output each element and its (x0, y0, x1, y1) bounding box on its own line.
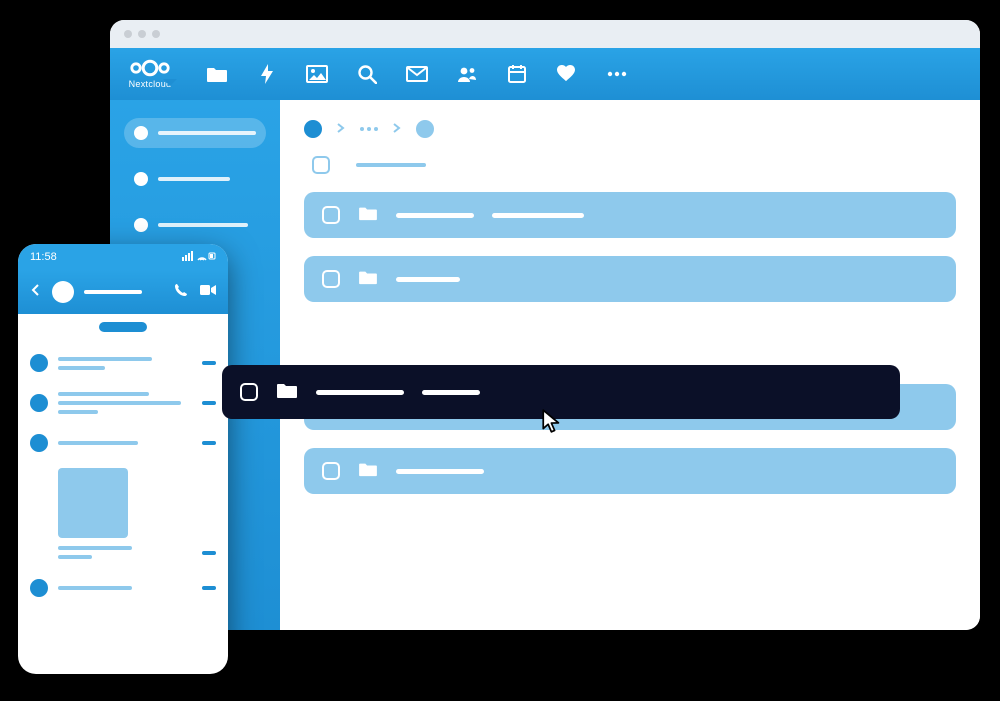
list-item[interactable] (30, 569, 216, 607)
item-action-icon[interactable] (202, 361, 216, 365)
mobile-indicators (182, 251, 216, 264)
list-dot-icon (30, 434, 48, 452)
traffic-light-max[interactable] (152, 30, 160, 38)
line-placeholder (58, 357, 152, 361)
mail-icon[interactable] (406, 63, 428, 85)
file-row[interactable] (304, 192, 956, 238)
phone-icon[interactable] (174, 283, 188, 302)
mobile-thumbnail[interactable] (58, 468, 128, 538)
row-checkbox[interactable] (322, 270, 340, 288)
window-titlebar (110, 20, 980, 48)
header-col-placeholder (356, 163, 426, 167)
list-item[interactable] (30, 544, 216, 569)
file-name-placeholder (316, 390, 404, 395)
sidebar-item[interactable] (124, 164, 266, 194)
sidebar-dot-icon (134, 218, 148, 232)
mobile-chip[interactable] (99, 322, 147, 332)
row-checkbox[interactable] (322, 206, 340, 224)
sidebar-label-placeholder (158, 177, 230, 181)
folder-icon (358, 269, 378, 290)
file-row[interactable] (304, 448, 956, 494)
mobile-time: 11:58 (30, 251, 57, 263)
select-all-checkbox[interactable] (312, 156, 330, 174)
line-placeholder (58, 366, 105, 370)
sidebar-dot-icon (134, 172, 148, 186)
mobile-title-placeholder (84, 290, 142, 294)
file-meta-placeholder (422, 390, 480, 395)
contacts-icon[interactable] (456, 63, 478, 85)
line-placeholder (58, 546, 132, 550)
line-placeholder (58, 401, 181, 405)
line-placeholder (58, 410, 98, 414)
mobile-statusbar: 11:58 (18, 244, 228, 270)
avatar[interactable] (52, 281, 74, 303)
row-checkbox[interactable] (240, 383, 258, 401)
file-name-placeholder (396, 213, 474, 218)
files-icon[interactable] (206, 63, 228, 85)
item-action-icon[interactable] (202, 586, 216, 590)
list-item[interactable] (30, 344, 216, 382)
item-action-icon[interactable] (202, 401, 216, 405)
browser-window: Nextcloud (110, 20, 980, 630)
list-item[interactable] (30, 424, 216, 462)
chevron-right-icon (392, 120, 402, 138)
activity-icon[interactable] (256, 63, 278, 85)
mobile-phone: 11:58 (18, 244, 228, 674)
list-dot-icon (30, 579, 48, 597)
traffic-light-min[interactable] (138, 30, 146, 38)
item-action-icon[interactable] (202, 441, 216, 445)
list-dot-icon (30, 394, 48, 412)
breadcrumb-ellipsis-icon[interactable] (360, 127, 378, 131)
folder-icon (276, 381, 298, 404)
line-placeholder (58, 586, 132, 590)
sidebar-label-placeholder (158, 131, 256, 135)
gallery-icon[interactable] (306, 63, 328, 85)
breadcrumb (304, 120, 956, 138)
search-icon[interactable] (356, 63, 378, 85)
more-icon[interactable] (606, 63, 628, 85)
line-placeholder (58, 441, 138, 445)
traffic-light-close[interactable] (124, 30, 132, 38)
breadcrumb-home-icon[interactable] (304, 120, 322, 138)
file-name-placeholder (396, 469, 484, 474)
file-meta-placeholder (492, 213, 584, 218)
chevron-right-icon (336, 120, 346, 138)
line-placeholder (58, 392, 149, 396)
mobile-header (18, 270, 228, 314)
top-nav: Nextcloud (110, 48, 980, 100)
list-dot-icon (30, 354, 48, 372)
folder-icon (358, 205, 378, 226)
favorites-icon[interactable] (556, 63, 578, 85)
row-checkbox[interactable] (322, 462, 340, 480)
file-row[interactable] (304, 256, 956, 302)
sidebar-item[interactable] (124, 210, 266, 240)
sidebar-label-placeholder (158, 223, 248, 227)
mobile-list (18, 340, 228, 607)
video-icon[interactable] (200, 283, 216, 302)
sidebar-dot-icon (134, 126, 148, 140)
calendar-icon[interactable] (506, 63, 528, 85)
item-action-icon[interactable] (202, 551, 216, 555)
folder-icon (358, 461, 378, 482)
file-list-header (312, 156, 956, 174)
line-placeholder (58, 555, 92, 559)
file-name-placeholder (396, 277, 460, 282)
mouse-cursor-icon (540, 408, 566, 434)
sidebar-item[interactable] (124, 118, 266, 148)
active-tab-indicator-icon (163, 79, 177, 93)
back-icon[interactable] (30, 283, 42, 301)
mobile-chip-row (18, 314, 228, 340)
nextcloud-logo-icon (128, 59, 172, 77)
breadcrumb-current-icon (416, 120, 434, 138)
list-item[interactable] (30, 382, 216, 424)
